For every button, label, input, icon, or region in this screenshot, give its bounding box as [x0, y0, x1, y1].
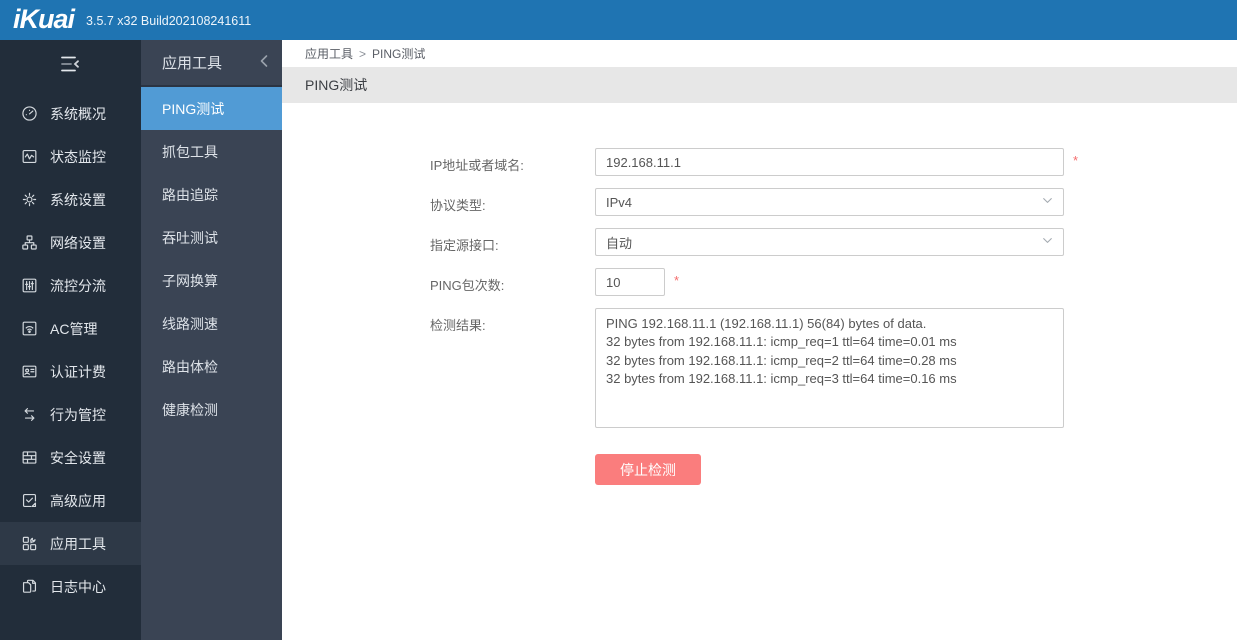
sidebar-item-label: 行为管控	[50, 406, 106, 423]
sidebar-item-label: 流控分流	[50, 277, 106, 294]
sidebar-item-label: 日志中心	[50, 578, 106, 595]
app-check-icon	[19, 491, 39, 511]
submenu-item[interactable]: 线路测速	[141, 302, 282, 345]
monitor-wave-icon	[19, 147, 39, 167]
network-icon	[19, 233, 39, 253]
chevron-left-icon[interactable]	[258, 54, 270, 72]
sidebar-item[interactable]: 流控分流	[0, 264, 141, 307]
app-body: 系统概况状态监控系统设置网络设置流控分流 AC管理认证计费行为管控安全设置高级应用…	[0, 40, 1237, 640]
sidebar-item[interactable]: 状态监控	[0, 135, 141, 178]
interface-selected-value: 自动	[606, 235, 633, 251]
submenu-item[interactable]: 路由体检	[141, 345, 282, 388]
sidebar-item-label: 系统设置	[50, 191, 106, 208]
sidebar-item[interactable]: 应用工具	[0, 522, 141, 565]
page-title: PING测试	[305, 77, 368, 93]
primary-sidebar: 系统概况状态监控系统设置网络设置流控分流 AC管理认证计费行为管控安全设置高级应用…	[0, 40, 141, 640]
submenu-item[interactable]: 子网换算	[141, 259, 282, 302]
submenu-list: PING测试 抓包工具 路由追踪 吞吐测试 子网换算 线路测速 路由体检 健康检测	[141, 87, 282, 431]
submenu-item[interactable]: 抓包工具	[141, 130, 282, 173]
sidebar-item-label: 安全设置	[50, 449, 106, 466]
sidebar-item[interactable]: 安全设置	[0, 436, 141, 479]
sidebar-item-label: 系统概况	[50, 105, 106, 122]
sidebar-item[interactable]: 日志中心	[0, 565, 141, 608]
submenu-title: 应用工具	[162, 55, 223, 72]
submenu-item[interactable]: 吞吐测试	[141, 216, 282, 259]
form-row-result: 检测结果: PING 192.168.11.1 (192.168.11.1) 5…	[430, 308, 1237, 428]
sidebar-item-label: 网络设置	[50, 234, 106, 251]
ip-input[interactable]	[595, 148, 1064, 176]
chevron-down-icon	[1041, 194, 1054, 210]
wifi-icon	[19, 319, 39, 339]
ping-count-input[interactable]	[595, 268, 665, 296]
hamburger-collapse-icon	[58, 54, 84, 79]
sidebar-item[interactable]: 系统概况	[0, 92, 141, 135]
required-asterisk: *	[674, 273, 680, 288]
source-interface-select[interactable]: 自动	[595, 228, 1064, 256]
sidebar-item[interactable]: 高级应用	[0, 479, 141, 522]
main-content: 应用工具 > PING测试 PING测试 IP地址或者域名: * 协议类型: I…	[282, 40, 1237, 640]
sidebar-item-label: 状态监控	[50, 148, 106, 165]
sidebar-item-label: 高级应用	[50, 492, 106, 509]
breadcrumb-current: PING测试	[372, 47, 426, 61]
interface-label: 指定源接口:	[430, 238, 499, 253]
form-row-interface: 指定源接口: 自动	[430, 228, 1237, 256]
breadcrumb-separator: >	[359, 46, 367, 61]
sidebar-item[interactable]: 网络设置	[0, 221, 141, 264]
gauge-icon	[19, 104, 39, 124]
protocol-label: 协议类型:	[430, 198, 486, 213]
sidebar-item-label: 认证计费	[50, 363, 106, 380]
collapse-menu-button[interactable]	[0, 40, 141, 92]
sidebar-item[interactable]: 系统设置	[0, 178, 141, 221]
id-card-icon	[19, 362, 39, 382]
breadcrumb-parent[interactable]: 应用工具	[305, 45, 353, 62]
swap-arrows-icon	[19, 405, 39, 425]
form-row-protocol: 协议类型: IPv4	[430, 188, 1237, 216]
result-label: 检测结果:	[430, 318, 486, 333]
sidebar-item[interactable]: AC管理	[0, 307, 141, 350]
chevron-down-icon	[1041, 234, 1054, 250]
stop-test-button[interactable]: 停止检测	[595, 454, 701, 485]
required-asterisk: *	[1073, 153, 1079, 168]
ping-result-output[interactable]: PING 192.168.11.1 (192.168.11.1) 56(84) …	[595, 308, 1064, 428]
button-row: 停止检测	[595, 454, 1237, 485]
top-bar: iKuai 3.5.7 x32 Build202108241611	[0, 0, 1237, 40]
log-copy-icon	[19, 577, 39, 597]
primary-menu: 系统概况状态监控系统设置网络设置流控分流 AC管理认证计费行为管控安全设置高级应用…	[0, 92, 141, 608]
firmware-version: 3.5.7 x32 Build202108241611	[86, 14, 252, 28]
gear-icon	[19, 190, 39, 210]
sidebar-item[interactable]: 行为管控	[0, 393, 141, 436]
sliders-icon	[19, 276, 39, 296]
submenu-header: 应用工具	[141, 40, 282, 87]
submenu-item[interactable]: PING测试	[141, 87, 282, 130]
secondary-sidebar: 应用工具 PING测试 抓包工具 路由追踪 吞吐测试 子网换算 线路测速 路由体检 健康检测	[141, 40, 282, 640]
firewall-icon	[19, 448, 39, 468]
form-row-count: PING包次数: *	[430, 268, 1237, 296]
tools-grid-icon	[19, 534, 39, 554]
sidebar-item-label: 应用工具	[50, 535, 106, 552]
page-title-bar: PING测试	[282, 67, 1237, 103]
ping-count-label: PING包次数:	[430, 278, 505, 293]
form-row-ip: IP地址或者域名: *	[430, 148, 1237, 176]
breadcrumb: 应用工具 > PING测试	[282, 40, 1237, 67]
sidebar-item-label: AC管理	[50, 320, 98, 337]
ping-form: IP地址或者域名: * 协议类型: IPv4 指定源接口: 自动	[282, 103, 1237, 485]
ip-label: IP地址或者域名:	[430, 158, 524, 173]
submenu-item[interactable]: 路由追踪	[141, 173, 282, 216]
submenu-item[interactable]: 健康检测	[141, 388, 282, 431]
protocol-select[interactable]: IPv4	[595, 188, 1064, 216]
ikuai-logo: iKuai	[13, 4, 75, 34]
protocol-selected-value: IPv4	[606, 194, 633, 210]
sidebar-item[interactable]: 认证计费	[0, 350, 141, 393]
